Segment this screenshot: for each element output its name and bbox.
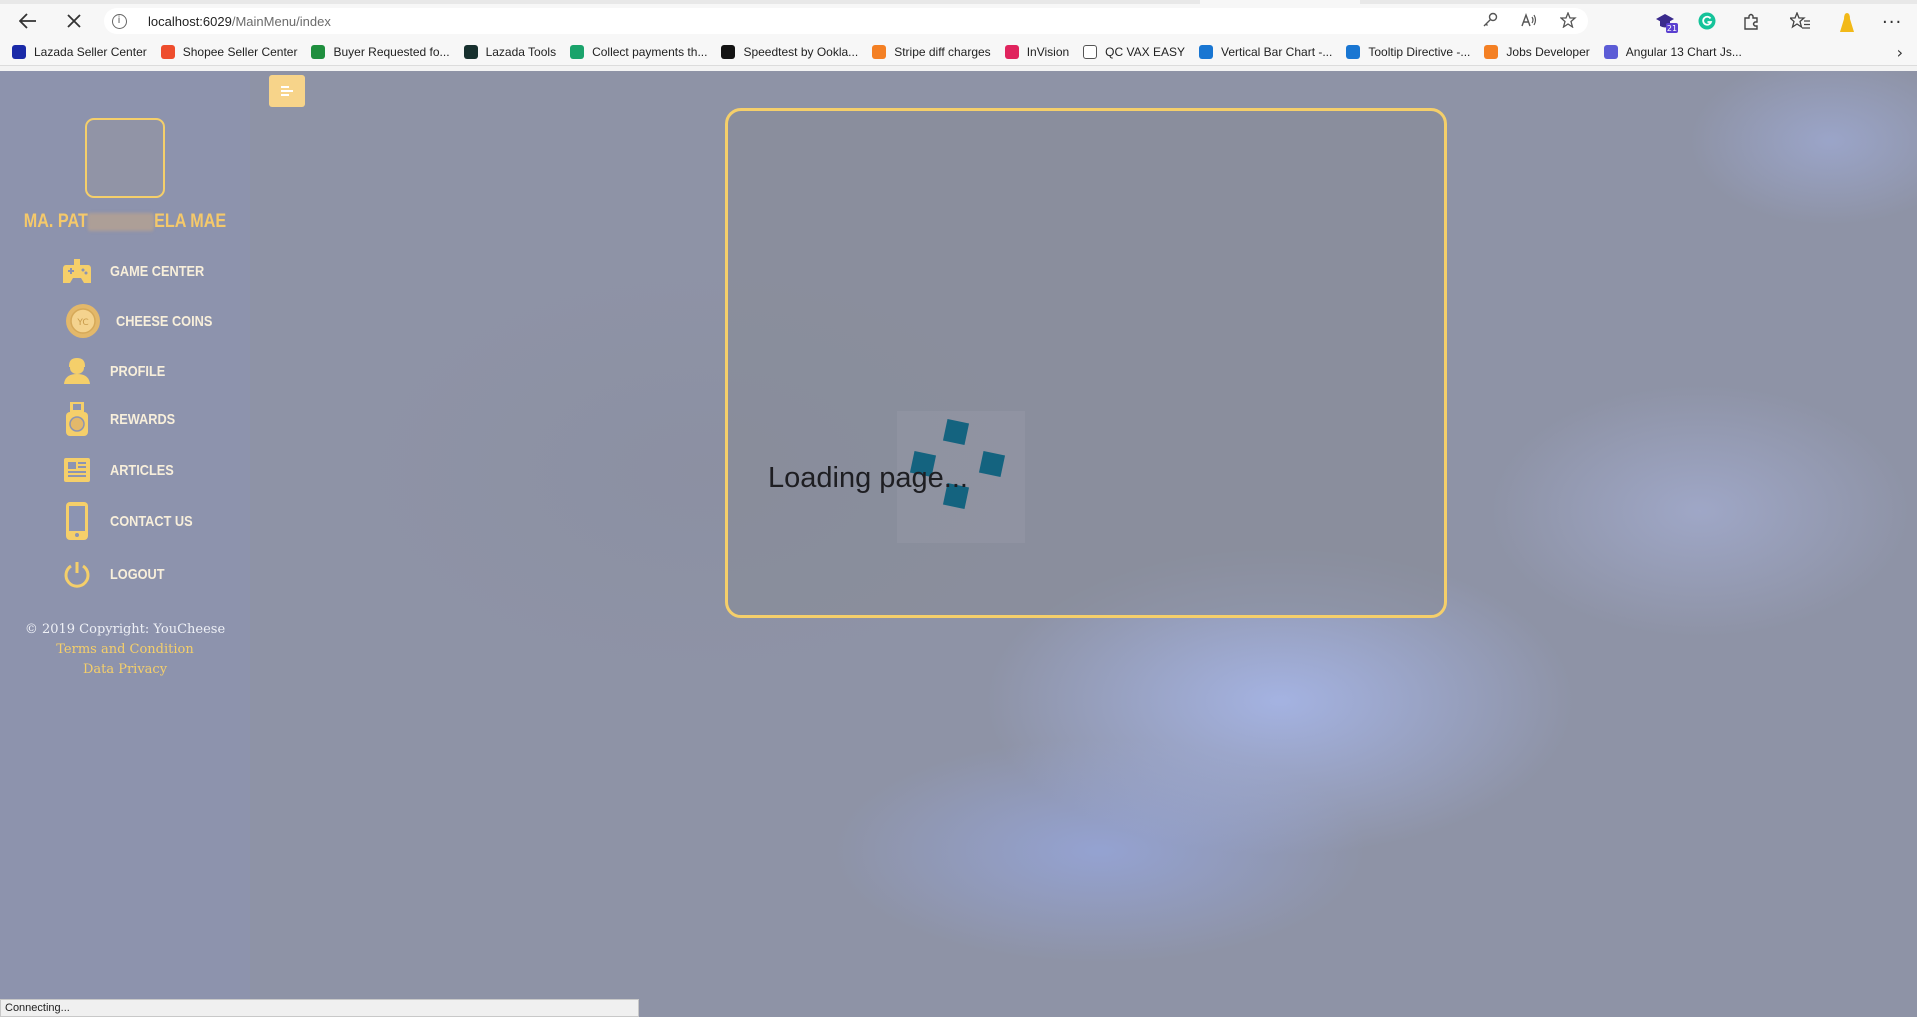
avatar[interactable] (85, 118, 165, 198)
sidebar-item-label: REWARDS (110, 410, 176, 428)
bookmark-item[interactable]: Stripe diff charges (872, 44, 991, 59)
sidebar-item-logout[interactable]: LOGOUT (60, 556, 240, 592)
bookmark-favicon-icon (1198, 44, 1213, 59)
bookmark-label: Shopee Seller Center (182, 44, 298, 59)
bookmark-favicon-icon (1484, 44, 1499, 59)
bookmark-label: QC VAX EASY (1105, 44, 1185, 59)
bookmark-favicon-icon (1603, 44, 1618, 59)
bookmark-label: Lazada Tools (485, 44, 557, 59)
bookmark-item[interactable]: Lazada Tools (463, 44, 557, 59)
bookmark-item[interactable]: Vertical Bar Chart -... (1198, 44, 1333, 59)
favorites-add-icon[interactable] (1559, 11, 1578, 32)
bookmark-label: Buyer Requested fo... (333, 44, 450, 59)
bookmark-favicon-icon (311, 44, 326, 59)
bookmark-label: Tooltip Directive -... (1368, 44, 1471, 59)
loading-text: Loading page... (768, 462, 968, 494)
bookmark-item[interactable]: Tooltip Directive -... (1346, 44, 1471, 59)
sidebar-item-rewards[interactable]: REWARDS (60, 401, 240, 437)
bookmark-item[interactable]: QC VAX EASY (1083, 44, 1185, 59)
coin-icon: YC (64, 302, 102, 340)
browser-toolbar: i localhost:6029/MainMenu/index 21 ··· (0, 4, 1917, 38)
bookmarks-bar: Lazada Seller Center Shopee Seller Center… (0, 38, 1917, 66)
bookmark-favicon-icon (463, 44, 478, 59)
bookmark-favicon-icon (570, 44, 585, 59)
bookmark-favicon-icon (1004, 44, 1019, 59)
status-bar: Connecting... (0, 999, 639, 1017)
bookmark-favicon-icon (1083, 44, 1098, 59)
sidebar-item-articles[interactable]: ARTICLES (60, 452, 240, 488)
bookmark-item[interactable]: Shopee Seller Center (160, 44, 298, 59)
content-frame (725, 108, 1447, 618)
read-aloud-icon[interactable] (1520, 12, 1538, 32)
menu-icon (281, 86, 293, 96)
profile-icon[interactable] (1838, 12, 1856, 34)
address-bar[interactable]: i localhost:6029/MainMenu/index (104, 8, 1588, 34)
url-host: localhost:6029 (148, 13, 232, 29)
spinner-square (978, 450, 1006, 478)
sidebar-item-game-center[interactable]: GAME CENTER (60, 253, 240, 289)
bookmark-item[interactable]: Collect payments th... (570, 44, 708, 59)
back-arrow-icon[interactable] (10, 6, 46, 36)
sidebar-item-label: GAME CENTER (110, 262, 205, 280)
extension-icon[interactable]: 21 (1654, 12, 1678, 34)
extensions-icon[interactable] (1742, 12, 1760, 30)
bookmark-label: Jobs Developer (1506, 44, 1590, 59)
spinner-square (942, 418, 970, 446)
bookmark-favicon-icon (1346, 44, 1361, 59)
sidebar-item-label: CHEESE COINS (116, 312, 213, 330)
medal-icon (60, 402, 94, 436)
sidebar: MA. PAT ELA MAE GAME CENTER YC CHEESE COI… (0, 71, 250, 1017)
sidebar-item-contact-us[interactable]: CONTACT US (60, 501, 240, 541)
sidebar-item-label: PROFILE (110, 362, 166, 380)
privacy-link[interactable]: Data Privacy (0, 660, 250, 680)
sidebar-item-profile[interactable]: PROFILE (60, 353, 240, 389)
redacted-name-segment (87, 212, 155, 231)
bookmark-favicon-icon (160, 44, 175, 59)
copyright-text: © 2019 Copyright: YouCheese (24, 622, 226, 637)
bookmarks-chevron-icon[interactable]: › (1897, 43, 1903, 62)
bookmark-label: Speedtest by Ookla... (743, 44, 859, 59)
url-path: /MainMenu/index (231, 13, 331, 29)
terms-link[interactable]: Terms and Condition (0, 640, 250, 660)
password-key-icon[interactable] (1482, 12, 1498, 32)
user-name-end: ELA MAE (154, 211, 227, 232)
bookmark-item[interactable]: Angular 13 Chart Js... (1603, 44, 1742, 59)
bookmark-favicon-icon (872, 44, 887, 59)
favorites-icon[interactable] (1790, 12, 1810, 30)
stop-loading-icon[interactable] (56, 6, 92, 36)
bookmark-item[interactable]: InVision (1004, 44, 1070, 59)
bookmark-label: Stripe diff charges (894, 44, 991, 59)
user-name: MA. PAT ELA MAE (19, 211, 232, 233)
svg-text:YC: YC (76, 318, 88, 328)
sidebar-item-label: LOGOUT (110, 565, 165, 583)
bookmark-item[interactable]: Speedtest by Ookla... (721, 44, 859, 59)
bookmark-item[interactable]: Buyer Requested fo... (311, 44, 450, 59)
bookmark-favicon-icon (12, 44, 26, 59)
page-viewport: MA. PAT ELA MAE GAME CENTER YC CHEESE COI… (0, 71, 1917, 1017)
bookmark-favicon-icon (721, 44, 736, 59)
gamepad-icon (60, 254, 94, 288)
bookmark-label: Angular 13 Chart Js... (1625, 44, 1742, 59)
grammarly-icon[interactable] (1698, 12, 1716, 30)
bookmark-item[interactable]: Lazada Seller Center (12, 44, 147, 59)
site-info-icon[interactable]: i (104, 13, 134, 29)
power-icon (60, 557, 94, 591)
more-icon[interactable]: ··· (1882, 12, 1902, 33)
bookmark-label: InVision (1026, 44, 1070, 59)
menu-toggle-button[interactable] (269, 75, 305, 107)
user-name-start: MA. PAT (23, 211, 88, 232)
user-icon (60, 354, 94, 388)
newspaper-icon (60, 453, 94, 487)
sidebar-item-label: ARTICLES (110, 461, 174, 479)
bookmark-item[interactable]: Jobs Developer (1484, 44, 1590, 59)
bookmark-label: Lazada Seller Center (34, 44, 147, 59)
sidebar-footer: © 2019 Copyright: YouCheese Terms and Co… (0, 620, 250, 680)
bookmark-label: Vertical Bar Chart -... (1220, 44, 1333, 59)
url-text[interactable]: localhost:6029/MainMenu/index (148, 14, 331, 29)
sidebar-item-cheese-coins[interactable]: YC CHEESE COINS (60, 303, 240, 339)
sidebar-item-label: CONTACT US (110, 512, 193, 530)
phone-icon (60, 501, 94, 541)
bookmark-label: Collect payments th... (592, 44, 708, 59)
extension-badge: 21 (1667, 24, 1677, 33)
